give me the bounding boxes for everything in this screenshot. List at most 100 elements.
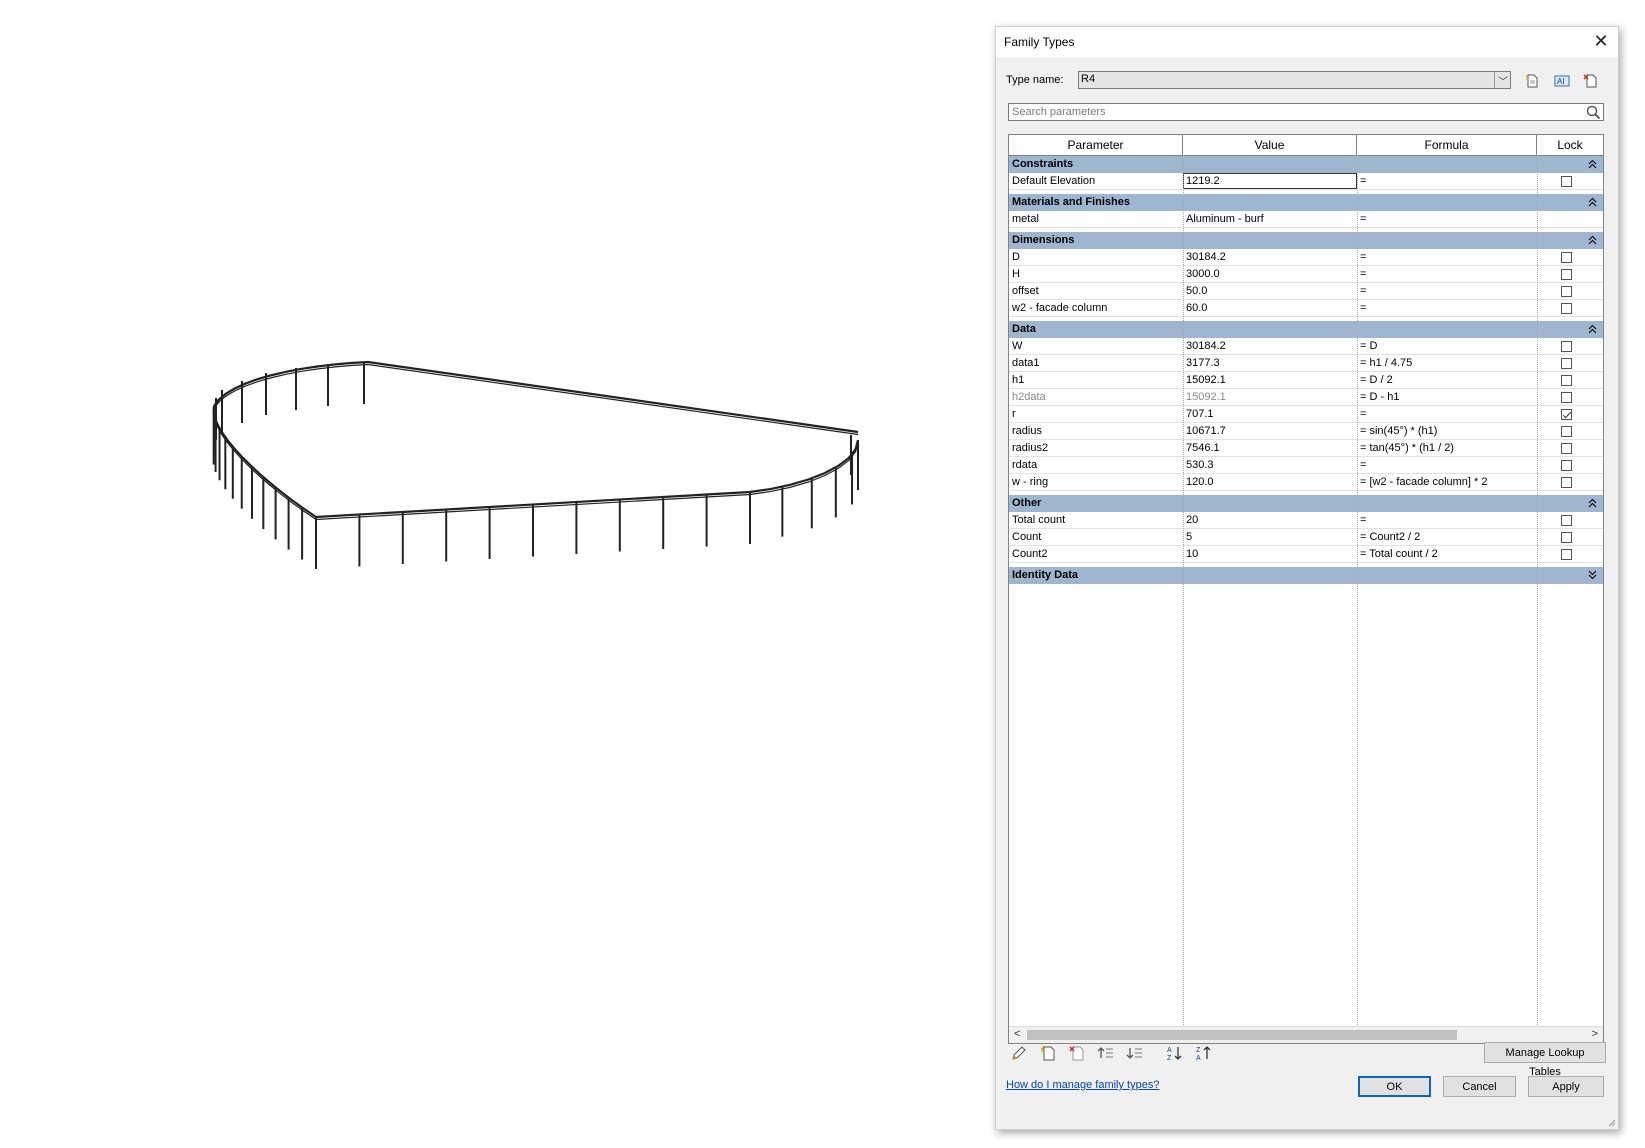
parameter-value[interactable]: 30184.2 bbox=[1186, 340, 1354, 352]
lock-checkbox[interactable] bbox=[1561, 549, 1572, 560]
parameter-row[interactable]: radius2 7546.1 = tan(45°) * (h1 / 2) bbox=[1009, 440, 1603, 457]
lock-checkbox[interactable] bbox=[1561, 303, 1572, 314]
parameter-value[interactable]: 3177.3 bbox=[1186, 357, 1354, 369]
parameter-row[interactable]: W 30184.2 = D bbox=[1009, 338, 1603, 355]
parameter-value[interactable]: 120.0 bbox=[1186, 476, 1354, 488]
parameter-value[interactable]: 20 bbox=[1186, 514, 1354, 526]
manage-lookup-tables-button[interactable]: Manage Lookup Tables bbox=[1484, 1042, 1606, 1078]
parameter-formula[interactable]: = sin(45°) * (h1) bbox=[1360, 425, 1540, 437]
parameter-row[interactable]: h1 15092.1 = D / 2 bbox=[1009, 372, 1603, 389]
collapse-icon[interactable] bbox=[1588, 324, 1597, 334]
lock-checkbox[interactable] bbox=[1561, 341, 1572, 352]
collapse-icon[interactable] bbox=[1588, 197, 1597, 207]
type-name-dropdown[interactable]: R4 ﹀ bbox=[1078, 71, 1511, 89]
parameter-formula[interactable]: = bbox=[1360, 213, 1540, 225]
parameter-value[interactable]: 15092.1 bbox=[1186, 374, 1354, 386]
column-header-lock[interactable]: Lock bbox=[1537, 135, 1603, 155]
close-icon[interactable]: ✕ bbox=[1584, 27, 1618, 57]
resize-grip-icon[interactable] bbox=[1606, 1117, 1616, 1127]
lock-checkbox[interactable] bbox=[1561, 176, 1572, 187]
parameter-value[interactable]: 50.0 bbox=[1186, 285, 1354, 297]
lock-checkbox[interactable] bbox=[1561, 269, 1572, 280]
type-name-field[interactable] bbox=[1079, 72, 1495, 88]
scrollbar-thumb[interactable] bbox=[1027, 1030, 1457, 1040]
search-icon[interactable] bbox=[1586, 105, 1601, 123]
section-header-identity-data[interactable]: Identity Data bbox=[1009, 567, 1603, 584]
parameter-value[interactable]: 10 bbox=[1186, 548, 1354, 560]
parameter-value[interactable]: 15092.1 bbox=[1186, 391, 1354, 403]
parameter-row[interactable]: w - ring 120.0 = [w2 - facade column] * 2 bbox=[1009, 474, 1603, 491]
parameter-value[interactable]: Aluminum - burf bbox=[1186, 213, 1354, 225]
parameter-value[interactable]: 3000.0 bbox=[1186, 268, 1354, 280]
scroll-left-icon[interactable]: < bbox=[1014, 1028, 1020, 1040]
model-viewport[interactable] bbox=[0, 0, 990, 1145]
parameter-row[interactable]: Default Elevation 1219.2 = bbox=[1009, 173, 1603, 190]
sort-descending-button[interactable]: ZA bbox=[1193, 1042, 1215, 1064]
parameter-row[interactable]: metal Aluminum - burf = bbox=[1009, 211, 1603, 228]
expand-icon[interactable] bbox=[1588, 570, 1597, 580]
parameter-formula[interactable]: = bbox=[1360, 251, 1540, 263]
section-header-dimensions[interactable]: Dimensions bbox=[1009, 232, 1603, 249]
parameter-row[interactable]: D 30184.2 = bbox=[1009, 249, 1603, 266]
delete-type-button[interactable] bbox=[1580, 71, 1602, 91]
parameter-formula[interactable]: = bbox=[1360, 408, 1540, 420]
section-header-materials-and-finishes[interactable]: Materials and Finishes bbox=[1009, 194, 1603, 211]
parameter-row[interactable]: Count2 10 = Total count / 2 bbox=[1009, 546, 1603, 563]
section-header-other[interactable]: Other bbox=[1009, 495, 1603, 512]
new-parameter-button[interactable] bbox=[1037, 1042, 1059, 1064]
lock-checkbox[interactable] bbox=[1561, 515, 1572, 526]
rename-type-button[interactable]: AI bbox=[1551, 71, 1573, 91]
parameter-row[interactable]: data1 3177.3 = h1 / 4.75 bbox=[1009, 355, 1603, 372]
delete-parameter-button[interactable] bbox=[1066, 1042, 1088, 1064]
lock-checkbox[interactable] bbox=[1561, 286, 1572, 297]
parameter-value[interactable]: 30184.2 bbox=[1186, 251, 1354, 263]
lock-checkbox[interactable] bbox=[1561, 358, 1572, 369]
lock-checkbox[interactable] bbox=[1561, 426, 1572, 437]
parameter-value[interactable]: 1219.2 bbox=[1186, 175, 1354, 187]
column-header-formula[interactable]: Formula bbox=[1357, 135, 1537, 155]
parameter-row[interactable]: h2data 15092.1 = D - h1 bbox=[1009, 389, 1603, 406]
parameter-value[interactable]: 707.1 bbox=[1186, 408, 1354, 420]
column-header-value[interactable]: Value bbox=[1183, 135, 1357, 155]
parameter-row[interactable]: H 3000.0 = bbox=[1009, 266, 1603, 283]
parameter-formula[interactable]: = tan(45°) * (h1 / 2) bbox=[1360, 442, 1540, 454]
parameter-formula[interactable]: = Count2 / 2 bbox=[1360, 531, 1540, 543]
chevron-down-icon[interactable]: ﹀ bbox=[1498, 73, 1508, 88]
sort-ascending-button[interactable]: AZ bbox=[1164, 1042, 1186, 1064]
ok-button[interactable]: OK bbox=[1358, 1076, 1431, 1097]
lock-checkbox[interactable] bbox=[1561, 443, 1572, 454]
edit-parameter-button[interactable] bbox=[1008, 1042, 1030, 1064]
parameter-row[interactable]: radius 10671.7 = sin(45°) * (h1) bbox=[1009, 423, 1603, 440]
parameter-value[interactable]: 7546.1 bbox=[1186, 442, 1354, 454]
parameter-formula[interactable]: = bbox=[1360, 459, 1540, 471]
help-link[interactable]: How do I manage family types? bbox=[1006, 1079, 1159, 1091]
parameter-value[interactable]: 60.0 bbox=[1186, 302, 1354, 314]
lock-checkbox[interactable] bbox=[1561, 477, 1572, 488]
parameter-formula[interactable]: = h1 / 4.75 bbox=[1360, 357, 1540, 369]
collapse-icon[interactable] bbox=[1588, 235, 1597, 245]
parameter-formula[interactable]: = bbox=[1360, 285, 1540, 297]
move-down-button[interactable] bbox=[1124, 1042, 1146, 1064]
lock-checkbox[interactable] bbox=[1561, 460, 1572, 471]
move-up-button[interactable] bbox=[1095, 1042, 1117, 1064]
lock-checkbox[interactable] bbox=[1561, 375, 1572, 386]
parameter-value[interactable]: 10671.7 bbox=[1186, 425, 1354, 437]
parameter-row[interactable]: Count 5 = Count2 / 2 bbox=[1009, 529, 1603, 546]
parameter-row[interactable]: offset 50.0 = bbox=[1009, 283, 1603, 300]
section-header-constraints[interactable]: Constraints bbox=[1009, 156, 1603, 173]
parameter-formula[interactable]: = D bbox=[1360, 340, 1540, 352]
lock-checkbox[interactable] bbox=[1561, 409, 1572, 420]
cancel-button[interactable]: Cancel bbox=[1443, 1076, 1516, 1097]
column-header-parameter[interactable]: Parameter bbox=[1009, 135, 1183, 155]
scroll-right-icon[interactable]: > bbox=[1592, 1028, 1598, 1040]
parameter-formula[interactable]: = [w2 - facade column] * 2 bbox=[1360, 476, 1540, 488]
lock-checkbox[interactable] bbox=[1561, 532, 1572, 543]
parameter-formula[interactable]: = D - h1 bbox=[1360, 391, 1540, 403]
parameter-row[interactable]: w2 - facade column 60.0 = bbox=[1009, 300, 1603, 317]
section-header-data[interactable]: Data bbox=[1009, 321, 1603, 338]
parameter-formula[interactable]: = D / 2 bbox=[1360, 374, 1540, 386]
parameter-formula[interactable]: = bbox=[1360, 175, 1540, 187]
search-input[interactable] bbox=[1009, 104, 1575, 120]
collapse-icon[interactable] bbox=[1588, 159, 1597, 169]
parameter-formula[interactable]: = bbox=[1360, 302, 1540, 314]
